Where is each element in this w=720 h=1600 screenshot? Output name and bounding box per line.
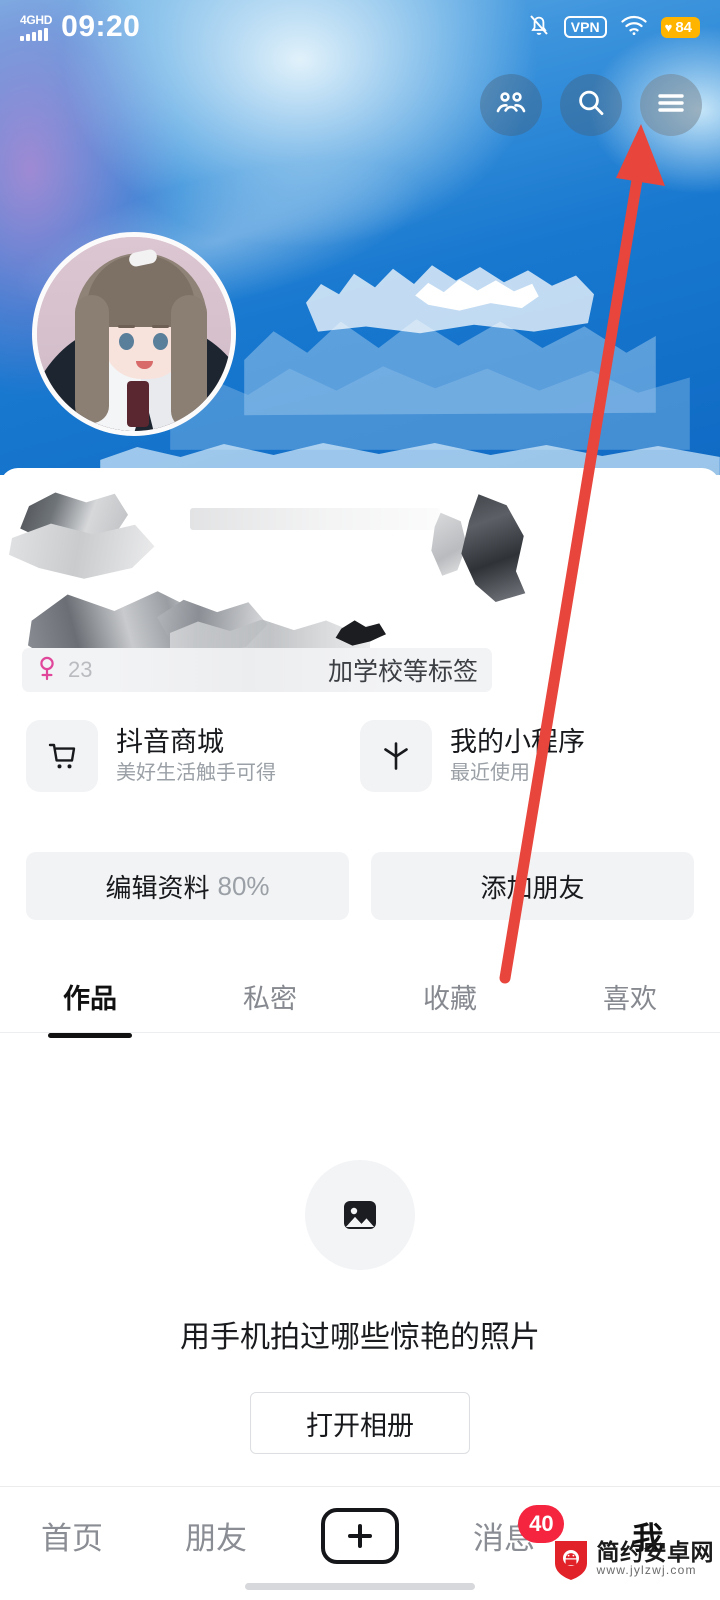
watermark-text: 简约安卓网 www.jylzwj.com <box>596 1538 715 1577</box>
profile-button-row: 编辑资料 80% 添加朋友 <box>0 852 720 920</box>
app-root: 4GHD 09:20 VPN ♥ 84 23 加学校等标签 抖音商城 美好生活触… <box>0 0 720 1600</box>
nav-item-home[interactable]: 首页 <box>0 1487 144 1600</box>
tab-favorites[interactable]: 收藏 <box>360 977 540 1016</box>
profile-tags-chip[interactable]: 23 加学校等标签 <box>22 648 492 692</box>
signal-bars-icon: 4GHD <box>20 14 52 41</box>
mini-program-icon <box>360 720 432 792</box>
battery-level-label: 84 <box>675 18 692 36</box>
nav-friends-label: 朋友 <box>185 1521 247 1556</box>
menu-button[interactable] <box>640 74 702 136</box>
status-bar-right: VPN ♥ 84 <box>527 12 700 43</box>
mini-program-text: 我的小程序 最近使用 <box>450 726 585 785</box>
shopping-cart-icon <box>26 720 98 792</box>
status-bar: 4GHD 09:20 VPN ♥ 84 <box>0 0 720 54</box>
status-bar-clock: 09:20 <box>61 10 141 43</box>
avatar-artwork <box>37 237 231 431</box>
female-icon <box>36 655 58 686</box>
search-button[interactable] <box>560 74 622 136</box>
edit-profile-percent: 80% <box>217 870 270 901</box>
profile-name-blurred <box>190 508 440 530</box>
add-friend-label: 添加朋友 <box>480 872 585 903</box>
age-label: 23 <box>68 657 93 682</box>
douyin-mall-title: 抖音商城 <box>116 726 224 757</box>
open-album-button[interactable]: 打开相册 <box>250 1392 470 1454</box>
add-friend-button[interactable]: 添加朋友 <box>371 852 694 920</box>
tab-private-label: 私密 <box>243 983 297 1014</box>
profile-identity-redacted: 23 加学校等标签 <box>0 468 720 692</box>
empty-state: 用手机拍过哪些惊艳的照片 打开相册 <box>0 1160 720 1454</box>
tab-favorites-label: 收藏 <box>423 983 477 1014</box>
network-type-label: 4GHD <box>20 12 53 27</box>
bell-muted-icon <box>527 12 551 43</box>
redaction-mark <box>461 494 526 602</box>
cover-action-buttons <box>480 74 702 136</box>
add-school-tag-label: 加学校等标签 <box>327 658 478 686</box>
open-album-label: 打开相册 <box>306 1410 414 1441</box>
mini-program-entry[interactable]: 我的小程序 最近使用 <box>360 720 694 792</box>
tab-likes[interactable]: 喜欢 <box>540 977 720 1016</box>
mini-program-subtitle: 最近使用 <box>450 762 530 785</box>
search-icon <box>575 87 607 124</box>
vpn-indicator: VPN <box>563 15 607 39</box>
status-bar-left: 4GHD 09:20 <box>20 10 140 44</box>
heart-battery-icon: ♥ <box>664 19 673 35</box>
profile-entry-row: 抖音商城 美好生活触手可得 我的小程序 最近使用 <box>0 720 720 792</box>
mini-program-title: 我的小程序 <box>450 726 585 757</box>
watermark-site-name: 简约安卓网 <box>596 1538 714 1565</box>
nav-home-label: 首页 <box>41 1521 103 1556</box>
plus-icon <box>321 1507 399 1564</box>
avatar[interactable] <box>32 232 236 436</box>
watermark-url: www.jylzwj.com <box>596 1562 697 1577</box>
wifi-icon <box>620 14 648 41</box>
edit-profile-button[interactable]: 编辑资料 80% <box>26 852 349 920</box>
tab-works-label: 作品 <box>63 983 117 1014</box>
friends-icon <box>494 88 528 123</box>
watermark-logo-icon <box>552 1536 590 1580</box>
image-placeholder-icon <box>305 1160 415 1270</box>
home-indicator <box>245 1583 475 1590</box>
douyin-mall-entry[interactable]: 抖音商城 美好生活触手可得 <box>26 720 360 792</box>
edit-profile-label: 编辑资料 <box>105 872 210 903</box>
battery-indicator: ♥ 84 <box>660 16 700 38</box>
friends-button[interactable] <box>480 74 542 136</box>
empty-state-message: 用手机拍过哪些惊艳的照片 <box>180 1321 540 1354</box>
tab-works[interactable]: 作品 <box>0 977 180 1016</box>
douyin-mall-text: 抖音商城 美好生活触手可得 <box>116 726 276 785</box>
site-watermark: 简约安卓网 www.jylzwj.com <box>552 1536 715 1580</box>
douyin-mall-subtitle: 美好生活触手可得 <box>116 762 276 785</box>
tab-private[interactable]: 私密 <box>180 977 360 1016</box>
profile-tabs: 作品 私密 收藏 喜欢 <box>0 960 720 1032</box>
menu-icon <box>655 91 687 120</box>
tab-likes-label: 喜欢 <box>603 983 657 1014</box>
